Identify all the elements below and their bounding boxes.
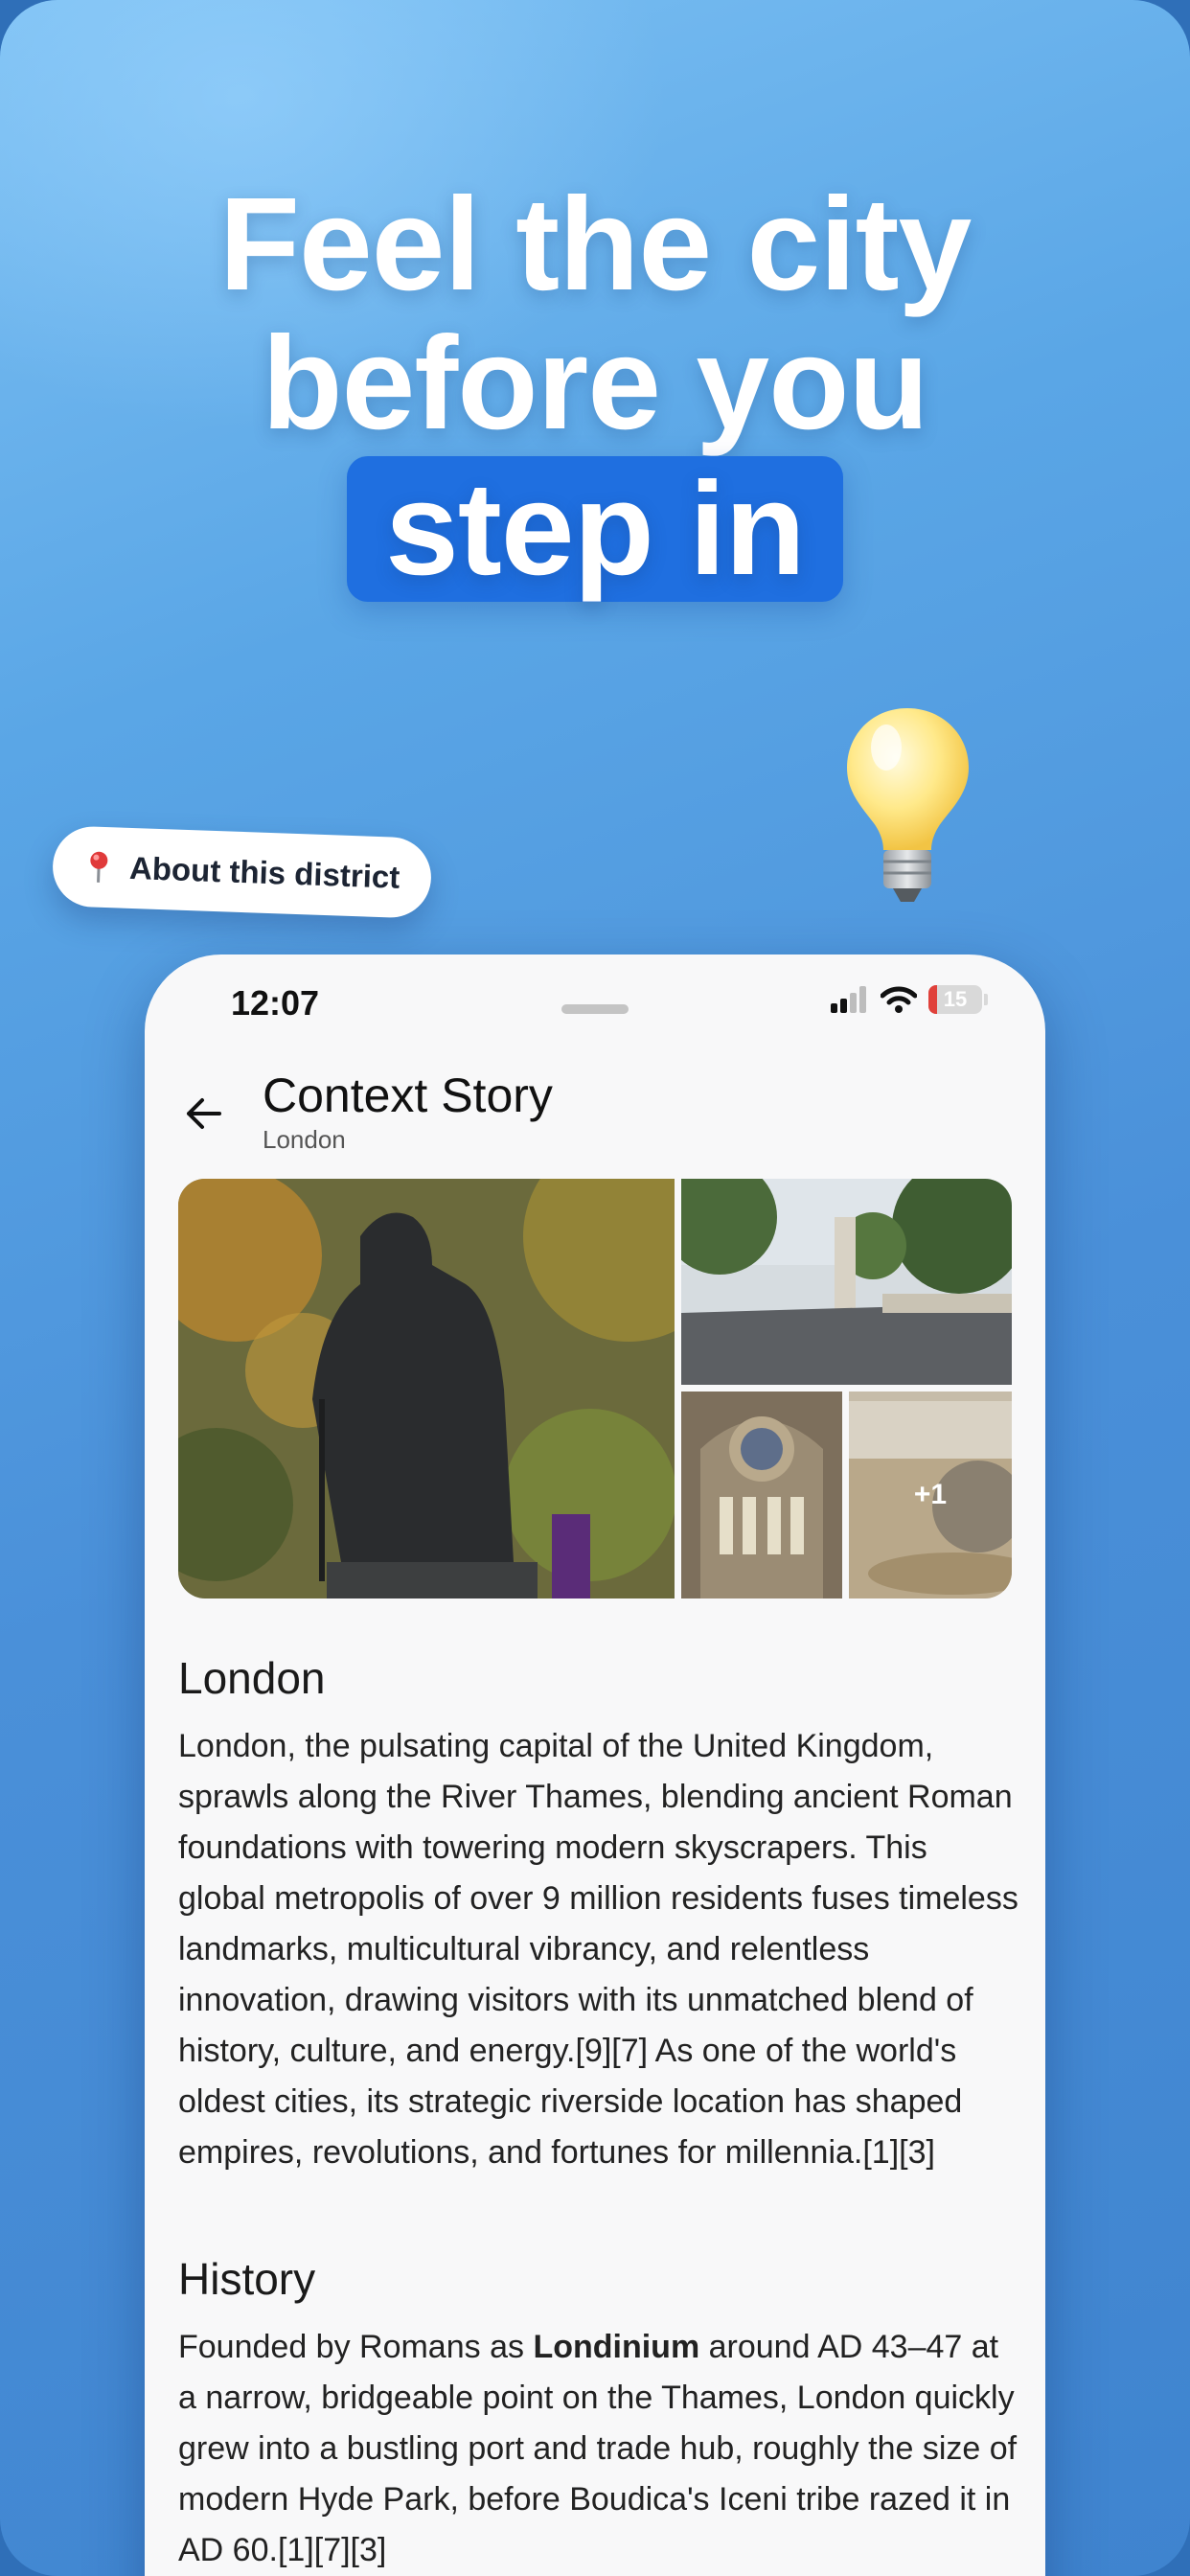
status-icons: 15 — [831, 985, 988, 1014]
promo-background: Feel the city before you step in About t… — [0, 0, 1190, 2576]
headline-line-3: step in — [385, 455, 806, 603]
gallery-photo-cenotaph[interactable] — [681, 1179, 1012, 1385]
section-text-history: Founded by Romans as Londinium around AD… — [178, 2329, 1018, 2568]
wifi-icon — [881, 986, 917, 1013]
lightbulb-icon — [847, 708, 969, 902]
headline-line-1: Feel the city — [218, 171, 973, 318]
gallery-more-tile[interactable]: +1 — [849, 1392, 1012, 1598]
page-subtitle: London — [263, 1125, 346, 1154]
photo-gallery[interactable]: +1 — [178, 1179, 1012, 1598]
gallery-more-count: +1 — [913, 1479, 948, 1510]
section-title-history: History — [178, 2254, 316, 2304]
section-title-london: London — [178, 1653, 326, 1703]
dynamic-island-handle — [561, 1004, 629, 1014]
about-district-chip[interactable]: About this district — [51, 825, 433, 919]
headline-line-2: before you — [262, 310, 928, 457]
history-highlight: Londinium — [533, 2329, 700, 2365]
phone-mockup: 12:07 15 Context Story London +1 London … — [145, 954, 1045, 2576]
page-title: Context Story — [263, 1069, 553, 1122]
back-arrow-icon[interactable] — [181, 1091, 227, 1137]
gallery-photo-abbey-window[interactable] — [681, 1392, 842, 1598]
battery-icon: 15 — [928, 985, 982, 1014]
about-district-label: About this district — [128, 849, 400, 895]
gallery-photo-statue[interactable] — [178, 1179, 675, 1598]
section-text-london: London, the pulsating capital of the Uni… — [178, 1728, 1018, 2171]
battery-level: 15 — [943, 987, 968, 1011]
cellular-signal-icon — [831, 986, 866, 1013]
pin-icon — [90, 851, 108, 883]
status-time: 12:07 — [231, 983, 320, 1023]
